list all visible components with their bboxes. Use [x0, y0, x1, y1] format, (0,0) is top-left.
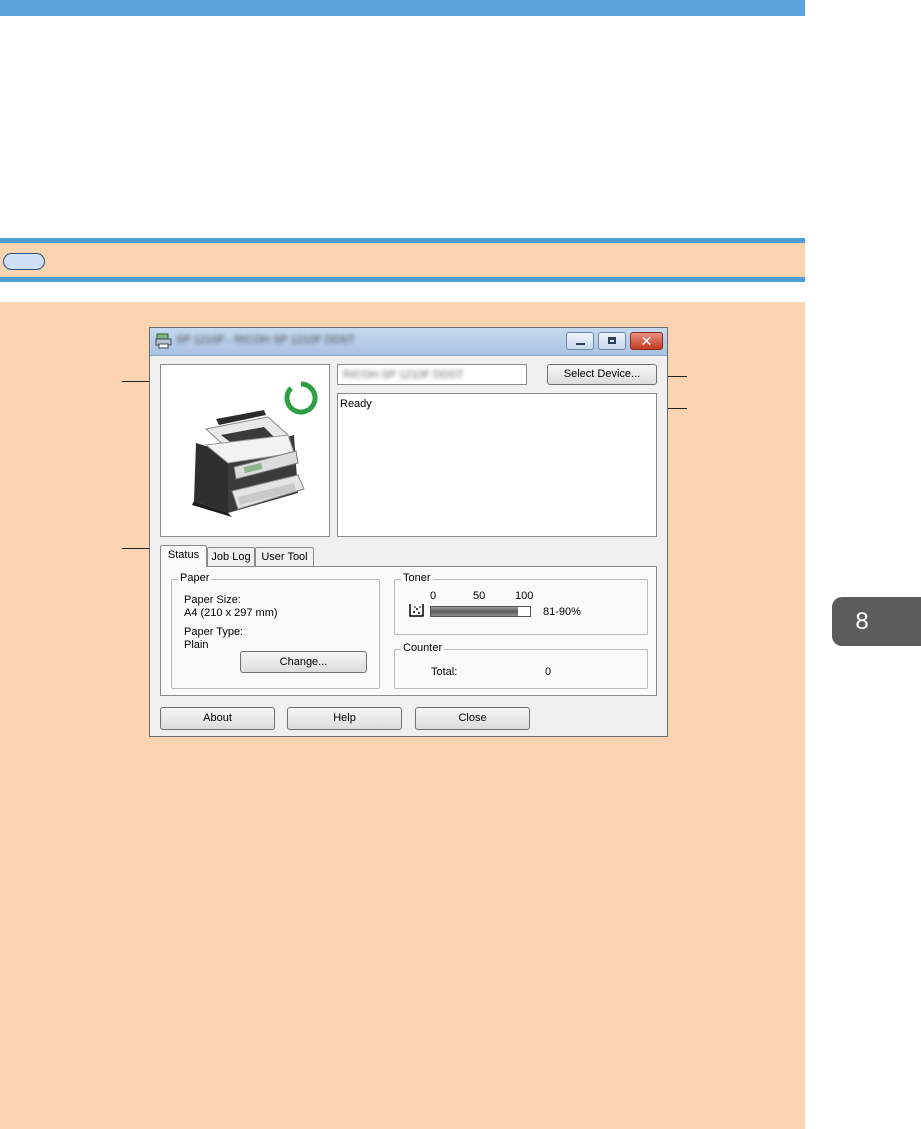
window-close-button[interactable]: ✕ — [630, 332, 663, 350]
paper-size-label: Paper Size: — [184, 594, 241, 606]
status-tab-panel: Paper Paper Size: A4 (210 x 297 mm) Pape… — [160, 566, 657, 696]
counter-total-label: Total: — [431, 666, 458, 678]
status-message-box: Ready — [337, 393, 657, 537]
page-header-bar — [0, 0, 805, 16]
printer-app-icon — [155, 333, 172, 349]
counter-total-value: 0 — [545, 666, 552, 678]
minimize-icon — [576, 343, 585, 345]
toner-scale-max: 100 — [515, 590, 534, 602]
toner-group-title: Toner — [401, 572, 433, 584]
close-icon: ✕ — [640, 333, 653, 349]
counter-group: Counter Total: 0 — [394, 642, 648, 689]
toner-scale-mid: 50 — [473, 590, 486, 602]
device-name-field: RICOH SP 1210F DDST — [337, 364, 527, 385]
device-name: RICOH SP 1210F DDST — [343, 369, 464, 381]
printer-image-panel — [160, 364, 330, 537]
toner-level-bar — [430, 606, 531, 617]
paper-size-value: A4 (210 x 297 mm) — [184, 607, 278, 619]
tab-user-tool[interactable]: User Tool — [255, 547, 314, 567]
about-button[interactable]: About — [160, 707, 275, 730]
note-bar — [0, 238, 805, 282]
minimize-button[interactable] — [566, 332, 594, 350]
tab-status[interactable]: Status — [160, 545, 207, 567]
paper-type-label: Paper Type: — [184, 626, 244, 638]
chapter-number: 8 — [855, 608, 869, 635]
toner-scale-min: 0 — [430, 590, 437, 602]
help-button[interactable]: Help — [287, 707, 402, 730]
toner-icon — [409, 604, 424, 617]
close-button[interactable]: Close — [415, 707, 530, 730]
status-monitor-window: SP 1210F - RICOH SP 1210F DDST ✕ RICOH S… — [149, 327, 668, 737]
change-paper-button[interactable]: Change... — [240, 651, 367, 673]
paper-group: Paper Paper Size: A4 (210 x 297 mm) Pape… — [171, 572, 380, 689]
status-message: Ready — [340, 398, 372, 410]
title-bar[interactable]: SP 1210F - RICOH SP 1210F DDST ✕ — [150, 328, 667, 356]
toner-level-fill — [431, 607, 519, 616]
note-icon — [3, 253, 45, 270]
counter-group-title: Counter — [401, 642, 445, 654]
chapter-tab: 8 — [832, 597, 921, 646]
paper-type-value: Plain — [184, 639, 209, 651]
select-device-button[interactable]: Select Device... — [547, 364, 657, 385]
paper-group-title: Paper — [178, 572, 212, 584]
tab-job-log[interactable]: Job Log — [207, 547, 255, 567]
toner-level-text: 81-90% — [543, 606, 581, 618]
maximize-button[interactable] — [598, 332, 626, 350]
window-title: SP 1210F - RICOH SP 1210F DDST — [176, 334, 355, 346]
toner-group: Toner 0 50 100 81-90% — [394, 572, 648, 635]
printer-illustration — [192, 410, 305, 517]
maximize-icon — [608, 337, 616, 344]
